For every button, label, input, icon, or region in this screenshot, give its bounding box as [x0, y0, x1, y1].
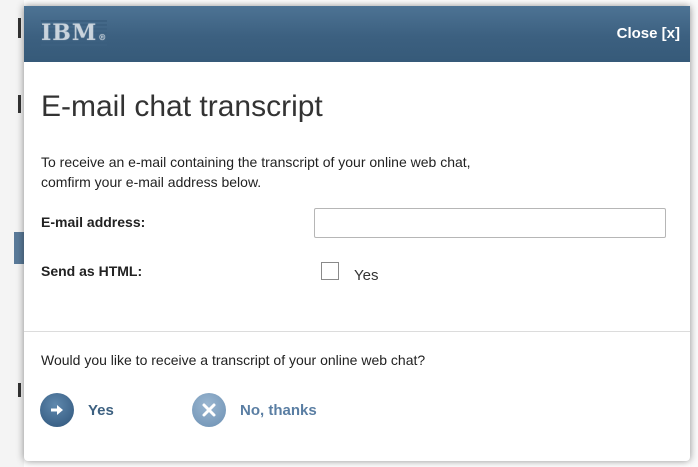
arrow-right-icon: [40, 393, 74, 427]
divider: [24, 331, 690, 332]
dialog-header: IBM® Close [x]: [24, 6, 690, 62]
email-label: E-mail address:: [41, 214, 146, 230]
background-tab: [14, 232, 24, 264]
yes-button[interactable]: Yes: [40, 393, 114, 427]
background-mark: [18, 18, 21, 38]
yes-button-label: Yes: [88, 401, 114, 419]
background-mark: [18, 383, 21, 397]
email-transcript-dialog: IBM® Close [x] E-mail chat transcript To…: [24, 6, 690, 461]
intro-text: To receive an e-mail containing the tran…: [41, 152, 681, 192]
no-thanks-button-label: No, thanks: [240, 401, 317, 419]
no-thanks-button[interactable]: No, thanks: [192, 393, 317, 427]
close-button[interactable]: Close [x]: [617, 25, 680, 42]
email-field[interactable]: [314, 208, 666, 238]
send-as-html-checkbox[interactable]: [321, 262, 339, 280]
intro-line-1: To receive an e-mail containing the tran…: [41, 154, 471, 170]
dialog-title: E-mail chat transcript: [41, 90, 323, 123]
ibm-logo: IBM®: [41, 20, 108, 46]
intro-line-2: comfirm your e-mail address below.: [41, 174, 262, 190]
x-icon: [192, 393, 226, 427]
send-as-html-yes-label[interactable]: Yes: [354, 267, 378, 284]
transcript-question: Would you like to receive a transcript o…: [41, 352, 426, 368]
background-mark: [18, 95, 21, 113]
background-page-right: [690, 0, 698, 467]
send-as-html-label: Send as HTML:: [41, 263, 143, 279]
